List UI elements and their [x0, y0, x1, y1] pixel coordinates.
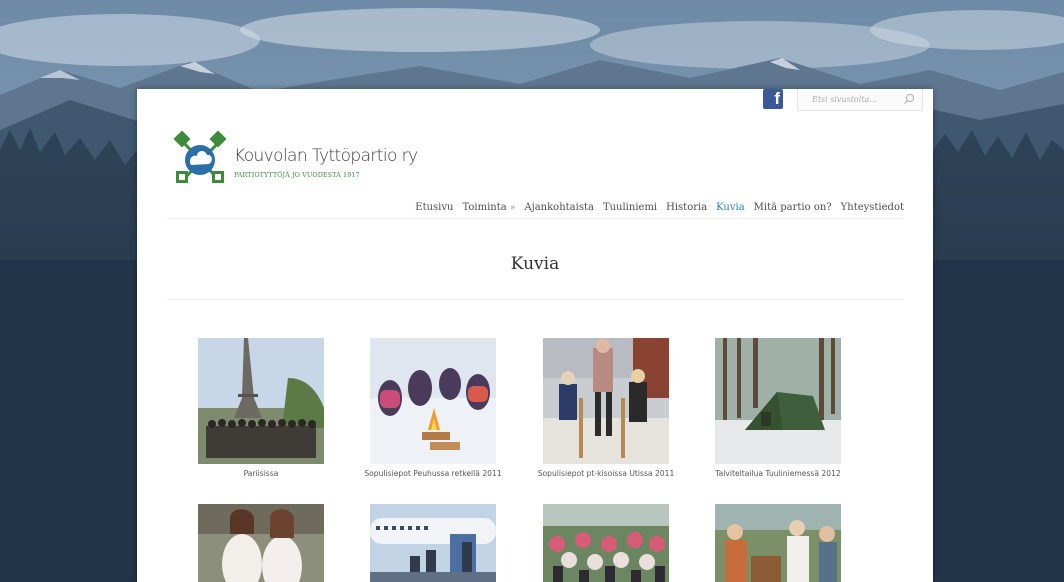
gallery-caption: Sopulisiepot Peuhussa retkellä 2011 [364, 469, 502, 478]
gallery-thumbnail[interactable] [715, 504, 841, 582]
logo-title: Kouvolan Tyttöpartio ry [234, 146, 418, 166]
nav-item-etusivu[interactable]: Etusivu [415, 202, 453, 213]
gallery-thumbnail[interactable] [370, 338, 496, 464]
scout-emblem-icon [173, 130, 227, 183]
gallery-caption: Talviteltailua Tuuliniemessä 2012 [715, 469, 841, 478]
nav-item-yhteystiedot[interactable]: Yhteystiedot [841, 202, 904, 213]
title-divider [167, 299, 903, 300]
gallery-caption: Pariisissa [243, 469, 279, 478]
main-navigation: Etusivu Toiminta » Ajankohtaista Tuulini… [406, 202, 904, 213]
nav-item-tuuliniemi[interactable]: Tuuliniemi [603, 202, 657, 213]
facebook-icon[interactable]: f [763, 89, 783, 109]
nav-item-label: Toiminta [462, 202, 507, 213]
gallery-thumbnail[interactable] [370, 504, 496, 582]
gallery-caption: Sopulisiepot pt-kisoissa Utissa 2011 [537, 469, 675, 478]
nav-item-mita-partio-on[interactable]: Mitä partio on? [754, 202, 832, 213]
nav-item-kuvia[interactable]: Kuvia [716, 202, 745, 213]
gallery-thumbnail[interactable] [543, 504, 669, 582]
header-divider [167, 218, 903, 219]
search-box[interactable] [797, 89, 923, 111]
page-title: Kuvia [510, 254, 560, 274]
logo-subtitle: PARTIOTYTTÖJÄ JO VUODESTA 1917 [234, 171, 360, 179]
gallery-thumbnail[interactable] [198, 504, 324, 582]
nav-item-toiminta[interactable]: Toiminta » [462, 202, 515, 213]
submenu-arrow-icon: » [509, 203, 516, 213]
nav-item-historia[interactable]: Historia [666, 202, 707, 213]
gallery-thumbnail[interactable] [715, 338, 841, 464]
site-logo[interactable]: Kouvolan Tyttöpartio ry PARTIOTYTTÖJÄ JO… [172, 127, 418, 189]
nav-item-ajankohtaista[interactable]: Ajankohtaista [524, 202, 594, 213]
search-icon[interactable] [903, 93, 915, 105]
search-input[interactable] [798, 89, 912, 109]
gallery-thumbnail[interactable] [543, 338, 669, 464]
gallery-thumbnail[interactable] [198, 338, 324, 464]
content-card: f Kouvolan Tyttöpartio ry PARTIOTYTTÖJÄ … [137, 89, 933, 582]
